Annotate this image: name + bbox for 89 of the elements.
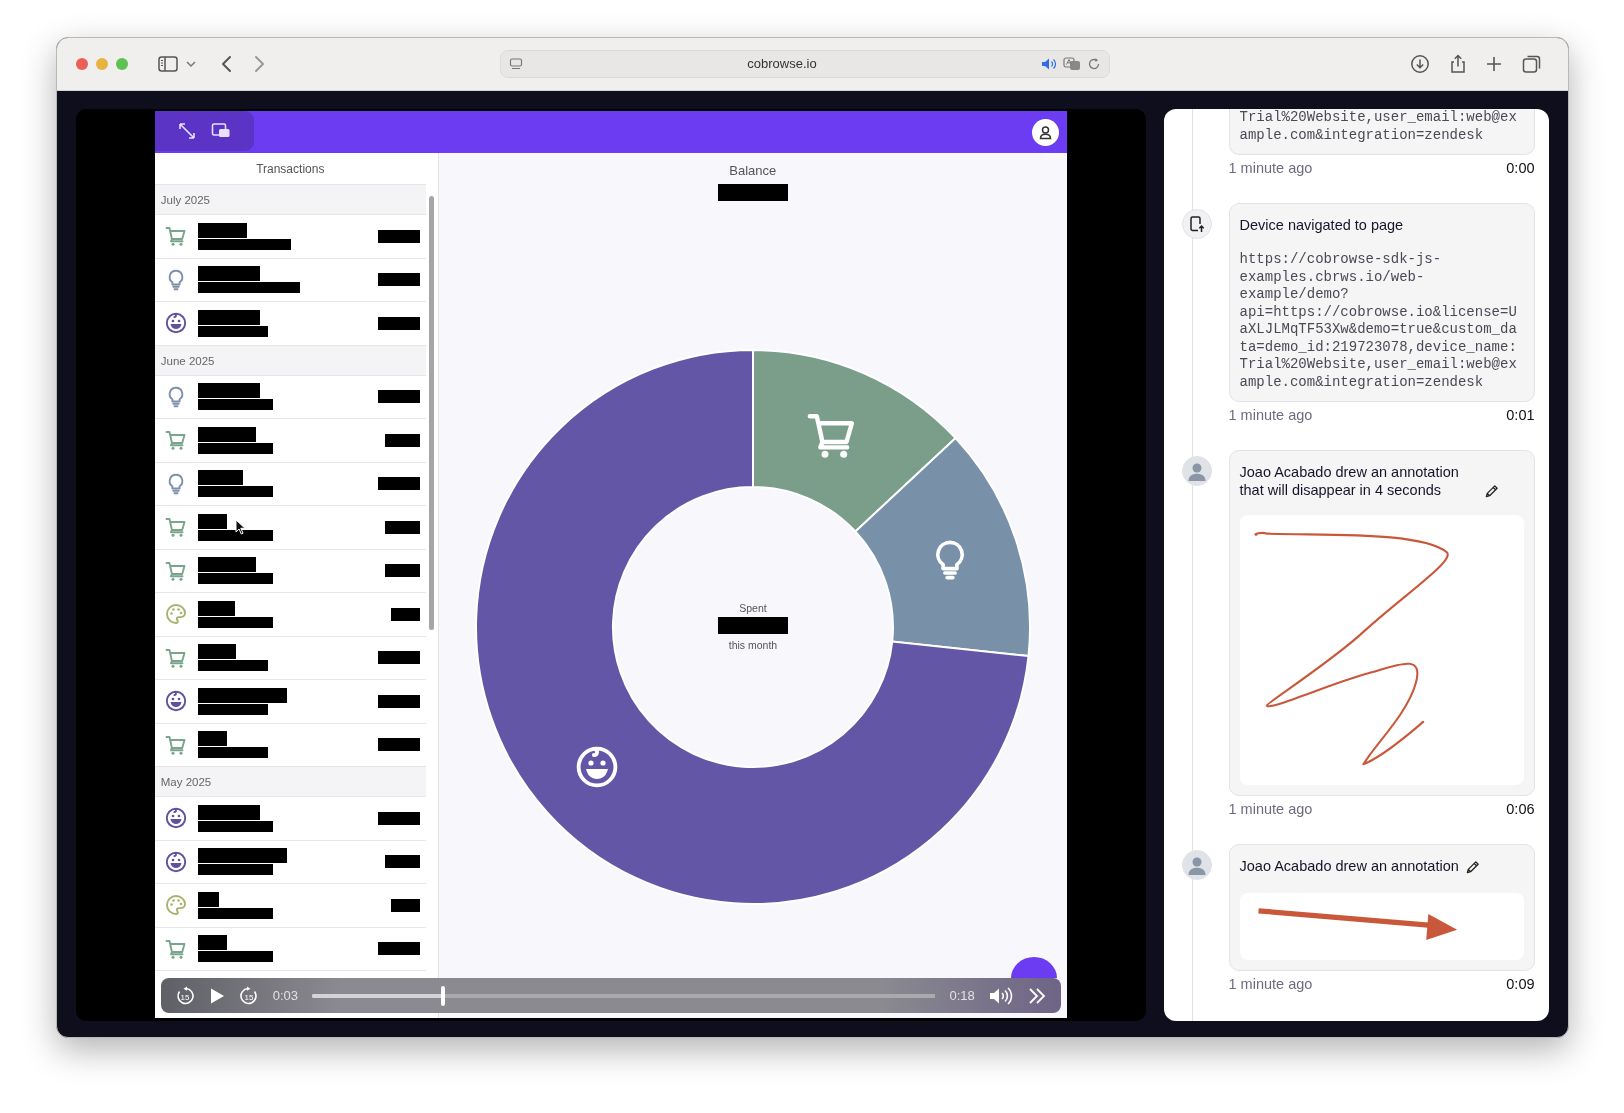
- user-avatar-button[interactable]: [1031, 118, 1059, 146]
- redaction-block: [384, 564, 420, 578]
- translate-icon[interactable]: [1063, 57, 1081, 71]
- device-page-icon: [1182, 209, 1213, 239]
- redaction-block: [384, 855, 420, 869]
- timestamp: 0:06: [1506, 800, 1535, 818]
- timestamp: 0:09: [1506, 975, 1535, 993]
- redaction-block: [197, 383, 260, 399]
- speaker-icon[interactable]: [1041, 57, 1057, 71]
- month-header: June 2025: [154, 345, 426, 376]
- back-icon[interactable]: [220, 54, 232, 74]
- pencil-icon: [1483, 484, 1499, 499]
- sidebar-icon[interactable]: [158, 54, 178, 74]
- page-icon: [509, 57, 523, 71]
- redaction-block: [197, 325, 268, 337]
- time-ago: 1 minute ago: [1228, 159, 1313, 177]
- redaction-block: [377, 273, 420, 287]
- redaction-block: [384, 433, 420, 447]
- redaction-block: [377, 738, 420, 752]
- smiley-face-icon: [163, 689, 188, 714]
- window-control-dot[interactable]: [76, 58, 88, 70]
- cart-icon: [809, 416, 852, 458]
- time-ago: 1 minute ago: [1228, 800, 1313, 818]
- redaction-block: [197, 426, 256, 442]
- download-icon[interactable]: [1410, 54, 1430, 74]
- redaction-block: [377, 316, 420, 330]
- url-text: cobrowse.io: [746, 55, 818, 74]
- event-title: Device navigated to page: [1239, 216, 1405, 234]
- play-button[interactable]: [208, 986, 225, 1005]
- redaction-block: [717, 184, 788, 201]
- redaction-block: [197, 703, 268, 715]
- month-header: May 2025: [154, 767, 426, 797]
- palette-icon: [163, 602, 188, 627]
- chart-segment[interactable]: [854, 437, 1031, 657]
- window-control-dot[interactable]: [116, 58, 128, 70]
- balance-title: Balance: [729, 162, 777, 180]
- cart-icon: [163, 515, 188, 540]
- redaction-block: [377, 229, 420, 243]
- chart-segment[interactable]: [751, 349, 957, 533]
- skip-back-button[interactable]: 15: [174, 985, 195, 1006]
- cursor-icon: [234, 519, 246, 535]
- new-tab-icon[interactable]: [1484, 54, 1504, 74]
- fast-forward-button[interactable]: [1026, 985, 1047, 1006]
- skip-forward-button[interactable]: 15: [238, 985, 259, 1006]
- cart-icon: [163, 224, 188, 249]
- redaction-block: [377, 811, 420, 825]
- smiley-face-icon: [578, 748, 616, 786]
- pencil-icon: [1464, 860, 1480, 875]
- progress-thumb[interactable]: [441, 985, 445, 1006]
- redaction-block: [717, 617, 788, 634]
- redaction-block: [377, 694, 420, 708]
- event-title: Joao Acabado drew an annotation that will disappear in 4 seconds: [1239, 463, 1460, 499]
- redaction-block: [377, 651, 420, 665]
- smiley-face-icon: [163, 311, 188, 336]
- page-url: Trial%20Website,user_email:web@example.com&integration=zendesk: [1239, 109, 1517, 144]
- time-ago: 1 minute ago: [1228, 975, 1313, 993]
- page-url: https://cobrowse-sdk-js-examples.cbrws.io/web-example/demo?api=https://cobrowse.io&license=UaXLJLMqTF53Xw&demo=true&custom_data=demo_id:219723078,device_name:Trial%20Website,user_email:web@example.com&integration=zendesk: [1239, 251, 1517, 391]
- center-sublabel: this month: [728, 639, 777, 651]
- smiley-face-icon: [163, 806, 188, 831]
- chart-segment[interactable]: [474, 349, 1030, 905]
- event-title: Joao Acabado drew an annotation: [1239, 857, 1459, 875]
- redaction-block: [390, 607, 420, 621]
- redaction-block: [384, 520, 420, 534]
- redaction-block: [390, 898, 420, 912]
- scrollbar-thumb[interactable]: [428, 196, 434, 630]
- duration-time: 0:18: [949, 986, 975, 1005]
- redaction-block: [197, 557, 256, 573]
- lightbulb-icon: [937, 542, 962, 578]
- elapsed-time: 0:03: [272, 986, 299, 1005]
- timestamp: 0:01: [1506, 406, 1535, 424]
- window-control-dot[interactable]: [96, 58, 108, 70]
- timestamp: 0:00: [1506, 159, 1535, 177]
- redaction-block: [197, 804, 260, 820]
- center-label: Spent: [739, 602, 767, 614]
- expand-button[interactable]: [177, 121, 198, 141]
- month-header: July 2025: [154, 185, 426, 215]
- redaction-block: [197, 309, 260, 325]
- share-icon[interactable]: [1448, 54, 1468, 74]
- volume-button[interactable]: [988, 985, 1013, 1006]
- cart-icon: [163, 428, 188, 453]
- redaction-block: [377, 390, 420, 404]
- time-ago: 1 minute ago: [1228, 406, 1313, 424]
- tabs-overview-icon[interactable]: [1522, 54, 1542, 74]
- palette-icon: [163, 893, 188, 918]
- smiley-face-icon: [163, 849, 188, 874]
- redaction-block: [377, 942, 420, 956]
- reload-icon[interactable]: [1087, 57, 1101, 71]
- address-bar[interactable]: cobrowse.io: [500, 50, 1110, 78]
- redaction-block: [377, 477, 420, 491]
